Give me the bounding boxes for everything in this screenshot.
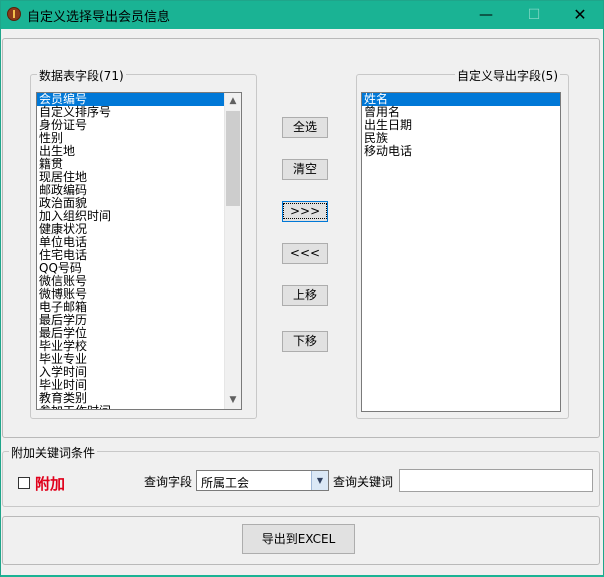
move-right-button[interactable]: >>> — [282, 201, 328, 222]
target-items-container: 姓名 曾用名 出生日期 民族 移动电话 — [362, 93, 560, 158]
keyword-label: 查询关键词 — [333, 475, 394, 489]
query-field-label: 查询字段 — [144, 475, 193, 489]
chevron-down-icon[interactable]: ▼ — [311, 471, 328, 490]
app-icon — [7, 7, 21, 21]
source-field-item[interactable]: 参加工作时间 — [37, 405, 241, 410]
scroll-down-arrow-icon[interactable]: ▼ — [225, 392, 241, 409]
query-field-value: 所属工会 — [201, 476, 250, 490]
window-title: 自定义选择导出会员信息 — [27, 10, 171, 25]
title-bar[interactable]: 自定义选择导出会员信息 — ☐ ✕ — [1, 1, 603, 29]
close-button[interactable]: ✕ — [557, 1, 603, 29]
dialog-window: 自定义选择导出会员信息 — ☐ ✕ 数据表字段(71) 会员编号 自定义排序号 身份… — [0, 0, 604, 577]
attach-checkbox[interactable] — [18, 477, 30, 489]
export-to-excel-button[interactable]: 导出到EXCEL — [242, 524, 355, 554]
move-up-button[interactable]: 上移 — [282, 285, 328, 306]
source-field-item[interactable]: 出生地 — [37, 145, 241, 158]
source-field-item[interactable]: 身份证号 — [37, 119, 241, 132]
select-all-button[interactable]: 全选 — [282, 117, 328, 138]
export-field-item[interactable]: 移动电话 — [362, 145, 560, 158]
export-fields-list[interactable]: 姓名 曾用名 出生日期 民族 移动电话 — [361, 92, 561, 412]
query-field-select[interactable]: 所属工会 ▼ — [196, 470, 329, 491]
scroll-up-arrow-icon[interactable]: ▲ — [225, 93, 241, 110]
source-fields-list[interactable]: 会员编号 自定义排序号 身份证号 性别 出生地 籍贯 现居住地 邮政编码 政治面貌 加入组织时间健… — [36, 92, 242, 410]
export-field-item[interactable]: 出生日期 — [362, 119, 560, 132]
source-list-scrollbar[interactable]: ▲ ▼ — [224, 93, 241, 409]
source-fields-group-label: 数据表字段(71) — [37, 67, 126, 84]
minimize-button[interactable]: — — [463, 1, 509, 29]
attach-label[interactable]: 附加 — [35, 473, 65, 494]
maximize-button[interactable]: ☐ — [511, 1, 557, 29]
keyword-input[interactable] — [399, 469, 593, 492]
move-left-button[interactable]: <<< — [282, 243, 328, 264]
clear-button[interactable]: 清空 — [282, 159, 328, 180]
move-right-label: >>> — [283, 203, 328, 219]
source-items-container: 会员编号 自定义排序号 身份证号 性别 出生地 籍贯 现居住地 邮政编码 政治面貌 加入组织时间健… — [37, 93, 241, 410]
scroll-thumb[interactable] — [226, 111, 240, 206]
move-down-button[interactable]: 下移 — [282, 331, 328, 352]
export-fields-group-label: 自定义导出字段(5) — [455, 67, 560, 84]
keyword-condition-group-label: 附加关键词条件 — [9, 444, 98, 461]
